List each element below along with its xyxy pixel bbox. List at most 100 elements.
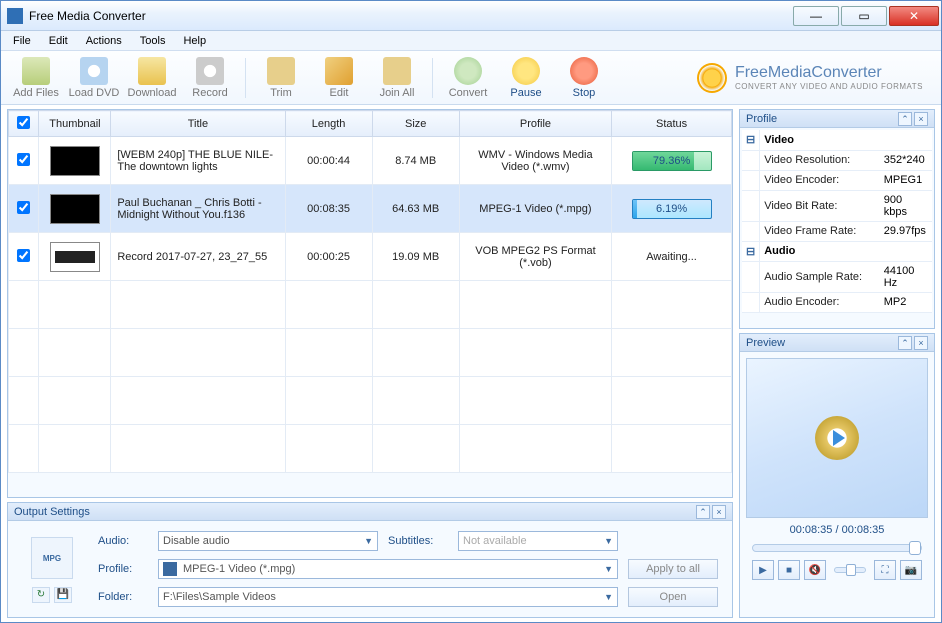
col-header-status[interactable]: Status [612,111,732,137]
file-table: Thumbnail Title Length Size Profile Stat… [8,110,732,473]
tree-toggle[interactable]: ⊟ [742,130,760,150]
menu-file[interactable]: File [5,33,39,49]
subtitles-combo[interactable]: Not available▼ [458,531,618,551]
select-all-checkbox[interactable] [17,116,30,129]
save-icon[interactable]: 💾 [54,587,72,603]
profile-key: Video Frame Rate: [760,221,880,241]
profile-value[interactable]: 29.97fps [880,221,932,241]
profile-value[interactable]: 352*240 [880,150,932,170]
col-header-thumbnail[interactable]: Thumbnail [39,111,111,137]
panel-close-button[interactable]: × [914,336,928,350]
table-row[interactable]: Record 2017-07-27, 23_27_55 00:00:25 19.… [9,233,732,281]
profile-value[interactable]: MPEG1 [880,170,932,190]
preview-mute-button[interactable]: 🔇 [804,560,826,580]
folder-label: Folder: [98,591,148,603]
close-button[interactable]: ✕ [889,6,939,26]
row-checkbox[interactable] [17,249,30,262]
output-settings-panel: Output Settings ⌃ × MPG ↻ 💾 Audio: Disab… [7,502,733,618]
panel-close-button[interactable]: × [712,505,726,519]
row-size: 8.74 MB [372,137,459,185]
title-bar: Free Media Converter — ▭ ✕ [1,1,941,31]
brand-icon [697,63,727,93]
tree-toggle[interactable]: ⊟ [742,241,760,261]
join-all-button[interactable]: Join All [368,57,426,99]
edit-icon [325,57,353,85]
menu-bar: File Edit Actions Tools Help [1,31,941,51]
row-checkbox[interactable] [17,201,30,214]
profile-panel: Profile⌃× ⊟VideoVideo Resolution:352*240… [739,109,935,329]
play-overlay-icon [815,416,859,460]
progress-bar: 6.19% [632,199,712,219]
menu-tools[interactable]: Tools [132,33,174,49]
progress-bar: 79.36% [632,151,712,171]
open-folder-button[interactable]: Open [628,587,718,607]
preview-video[interactable] [746,358,928,518]
format-icon[interactable]: MPG [31,537,73,579]
profile-value[interactable]: 44100 Hz [880,261,932,292]
dvd-icon [80,57,108,85]
panel-collapse-button[interactable]: ⌃ [696,505,710,519]
toolbar: Add Files Load DVD Download Record Trim … [1,51,941,105]
pause-button[interactable]: Pause [497,57,555,99]
row-title: Record 2017-07-27, 23_27_55 [111,233,285,281]
seek-slider[interactable] [752,544,922,552]
apply-to-all-button[interactable]: Apply to all [628,559,718,579]
preview-play-button[interactable]: ▶ [752,560,774,580]
profile-key: Video Encoder: [760,170,880,190]
menu-actions[interactable]: Actions [78,33,130,49]
row-length: 00:08:35 [285,185,372,233]
col-header-profile[interactable]: Profile [459,111,611,137]
preview-fullscreen-button[interactable]: ⛶ [874,560,896,580]
record-button[interactable]: Record [181,57,239,99]
panel-collapse-button[interactable]: ⌃ [898,112,912,126]
panel-close-button[interactable]: × [914,112,928,126]
col-header-length[interactable]: Length [285,111,372,137]
col-header-check[interactable] [9,111,39,137]
maximize-button[interactable]: ▭ [841,6,887,26]
profile-panel-title: Profile [746,113,777,125]
row-profile: WMV - Windows Media Video (*.wmv) [459,137,611,185]
add-files-icon [22,57,50,85]
col-header-title[interactable]: Title [111,111,285,137]
preview-snapshot-button[interactable]: 📷 [900,560,922,580]
folder-combo[interactable]: F:\Files\Sample Videos▼ [158,587,618,607]
subtitles-label: Subtitles: [388,535,448,547]
thumbnail [50,242,100,272]
menu-edit[interactable]: Edit [41,33,76,49]
profile-value[interactable]: MP2 [880,292,932,312]
preview-stop-button[interactable]: ■ [778,560,800,580]
profile-value[interactable]: 900 kbps [880,190,932,221]
download-button[interactable]: Download [123,57,181,99]
add-files-button[interactable]: Add Files [7,57,65,99]
profile-key: Audio Encoder: [760,292,880,312]
preview-panel-title: Preview [746,337,785,349]
download-icon [138,57,166,85]
output-settings-title: Output Settings [14,506,90,518]
window-title: Free Media Converter [29,9,793,23]
trim-button[interactable]: Trim [252,57,310,99]
load-dvd-button[interactable]: Load DVD [65,57,123,99]
table-row[interactable]: Paul Buchanan _ Chris Botti - Midnight W… [9,185,732,233]
refresh-icon[interactable]: ↻ [32,587,50,603]
app-icon [7,8,23,24]
row-length: 00:00:25 [285,233,372,281]
volume-slider[interactable] [834,567,866,573]
audio-combo[interactable]: Disable audio▼ [158,531,378,551]
panel-collapse-button[interactable]: ⌃ [898,336,912,350]
table-row[interactable]: [WEBM 240p] THE BLUE NILE-The downtown l… [9,137,732,185]
menu-help[interactable]: Help [175,33,214,49]
profile-category: Audio [760,241,932,261]
chevron-down-icon: ▼ [604,536,613,546]
convert-button[interactable]: Convert [439,57,497,99]
profile-label: Profile: [98,563,148,575]
row-checkbox[interactable] [17,153,30,166]
preview-time: 00:08:35 / 00:08:35 [746,524,928,536]
row-title: [WEBM 240p] THE BLUE NILE-The downtown l… [111,137,285,185]
stop-button[interactable]: Stop [555,57,613,99]
edit-button[interactable]: Edit [310,57,368,99]
col-header-size[interactable]: Size [372,111,459,137]
row-size: 19.09 MB [372,233,459,281]
minimize-button[interactable]: — [793,6,839,26]
profile-combo[interactable]: MPEG-1 Video (*.mpg)▼ [158,559,618,579]
row-profile: MPEG-1 Video (*.mpg) [459,185,611,233]
